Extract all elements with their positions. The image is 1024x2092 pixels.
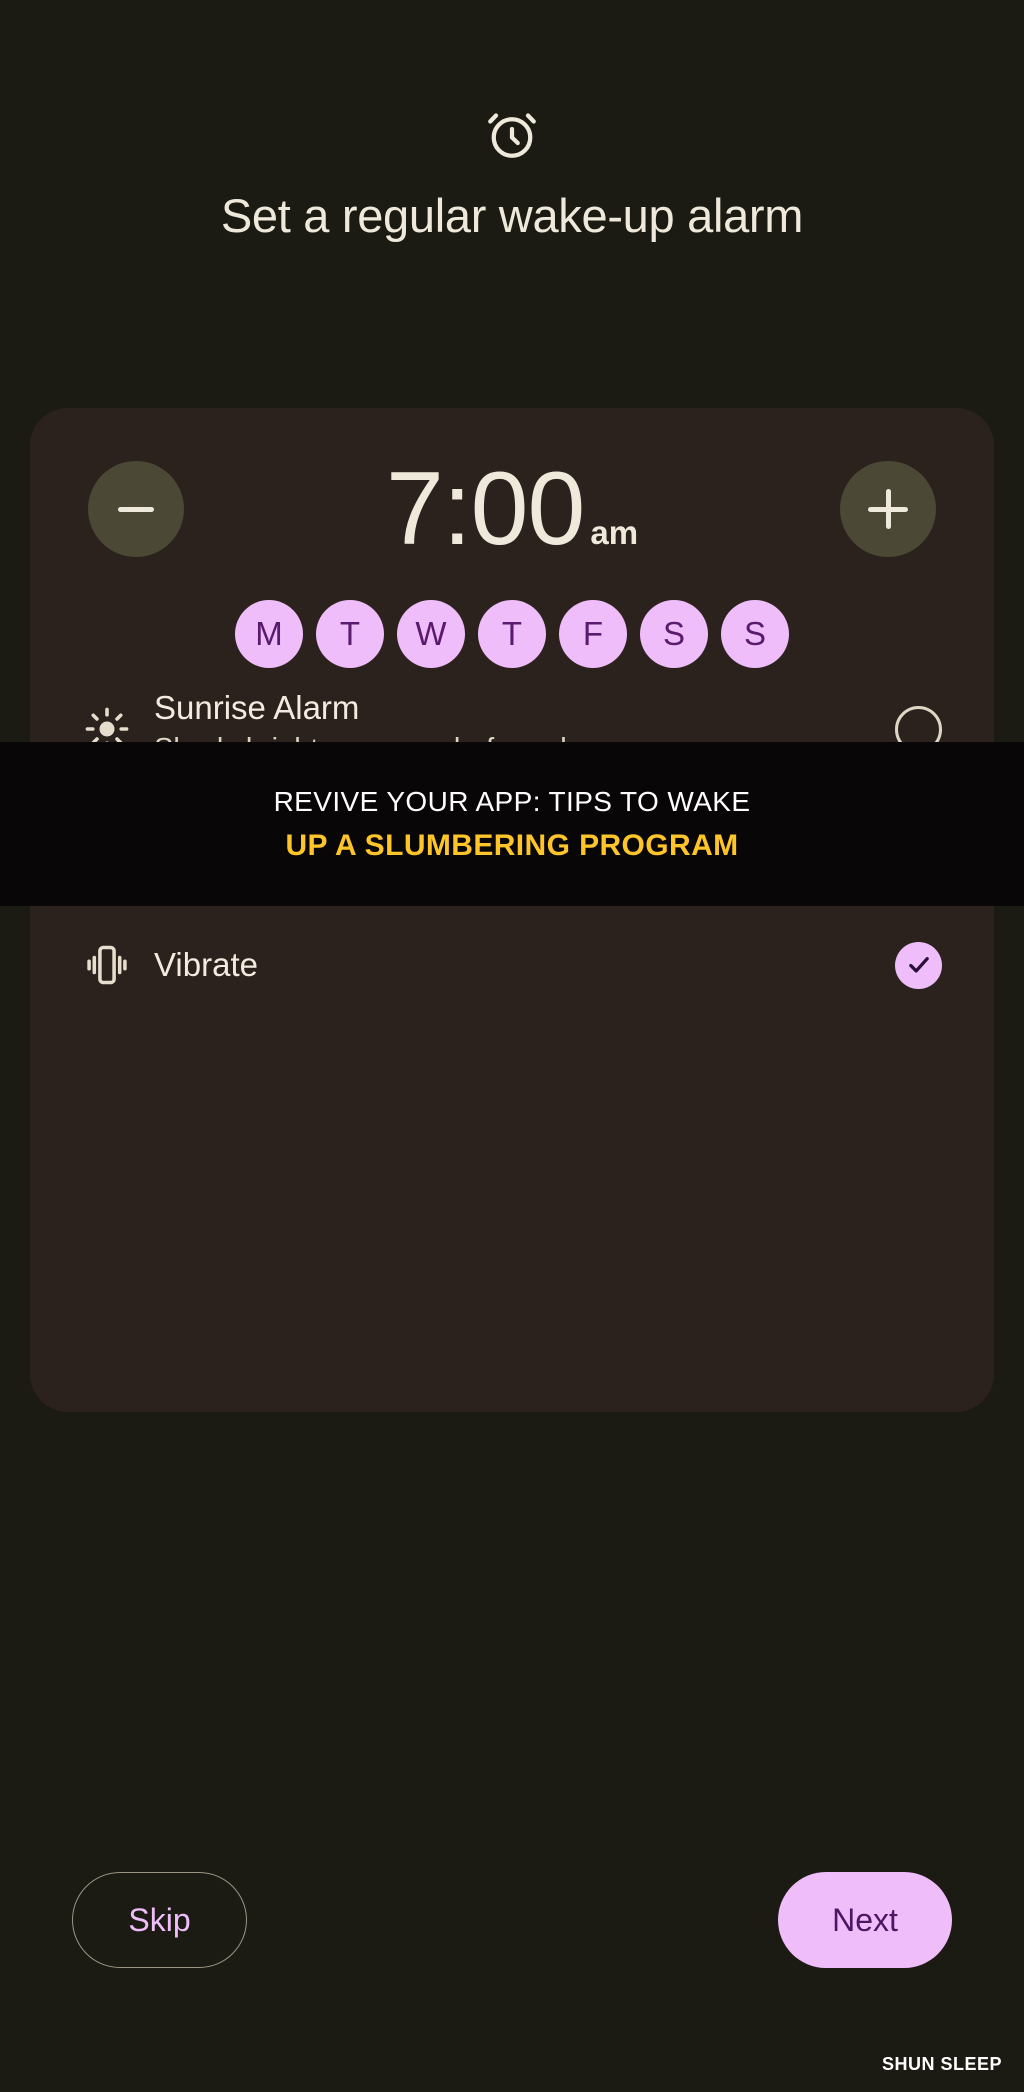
alarm-card: 7:00 am M T W T F S S Sunrise Alarm Vibr… [30,408,994,1412]
day-chip-monday[interactable]: M [235,600,303,668]
overlay-banner: REVIVE YOUR APP: TIPS TO WAKE UP A SLUMB… [0,742,1024,906]
option-title: Sunrise Alarm [154,689,360,727]
vibrate-icon [60,940,154,990]
checked-checkbox-icon[interactable] [895,941,942,989]
decrease-time-button[interactable] [88,461,184,557]
increase-time-button[interactable] [840,461,936,557]
day-chip-saturday[interactable]: S [640,600,708,668]
alarm-clock-icon [0,105,1024,165]
alarm-onboarding-screen: Set a regular wake-up alarm 7:00 am M T … [0,0,1024,2092]
footer-actions: Skip Next [72,1872,952,1968]
option-row-vibrate[interactable]: Vibrate [30,906,994,1024]
option-text-vibrate: Vibrate [154,946,886,985]
skip-button[interactable]: Skip [72,1872,247,1968]
day-chip-wednesday[interactable]: W [397,600,465,668]
day-chip-thursday[interactable]: T [478,600,546,668]
banner-line-2: UP A SLUMBERING PROGRAM [285,828,739,862]
day-chip-tuesday[interactable]: T [316,600,384,668]
minus-icon [118,506,154,512]
repeat-days-row: M T W T F S S [30,600,994,668]
time-display[interactable]: 7:00 am [386,457,638,561]
watermark: SHUN SLEEP [881,2054,1002,2074]
day-chip-sunday[interactable]: S [721,600,789,668]
next-button[interactable]: Next [778,1872,952,1968]
time-picker-row: 7:00 am [30,445,994,573]
day-chip-friday[interactable]: F [559,600,627,668]
time-value: 7:00 [385,451,585,567]
time-meridiem: am [590,514,639,551]
banner-line-1: REVIVE YOUR APP: TIPS TO WAKE [273,785,751,817]
option-control-vibrate[interactable] [886,941,942,989]
plus-icon [868,489,908,529]
option-title: Vibrate [154,945,258,983]
page-title: Set a regular wake-up alarm [220,189,804,242]
